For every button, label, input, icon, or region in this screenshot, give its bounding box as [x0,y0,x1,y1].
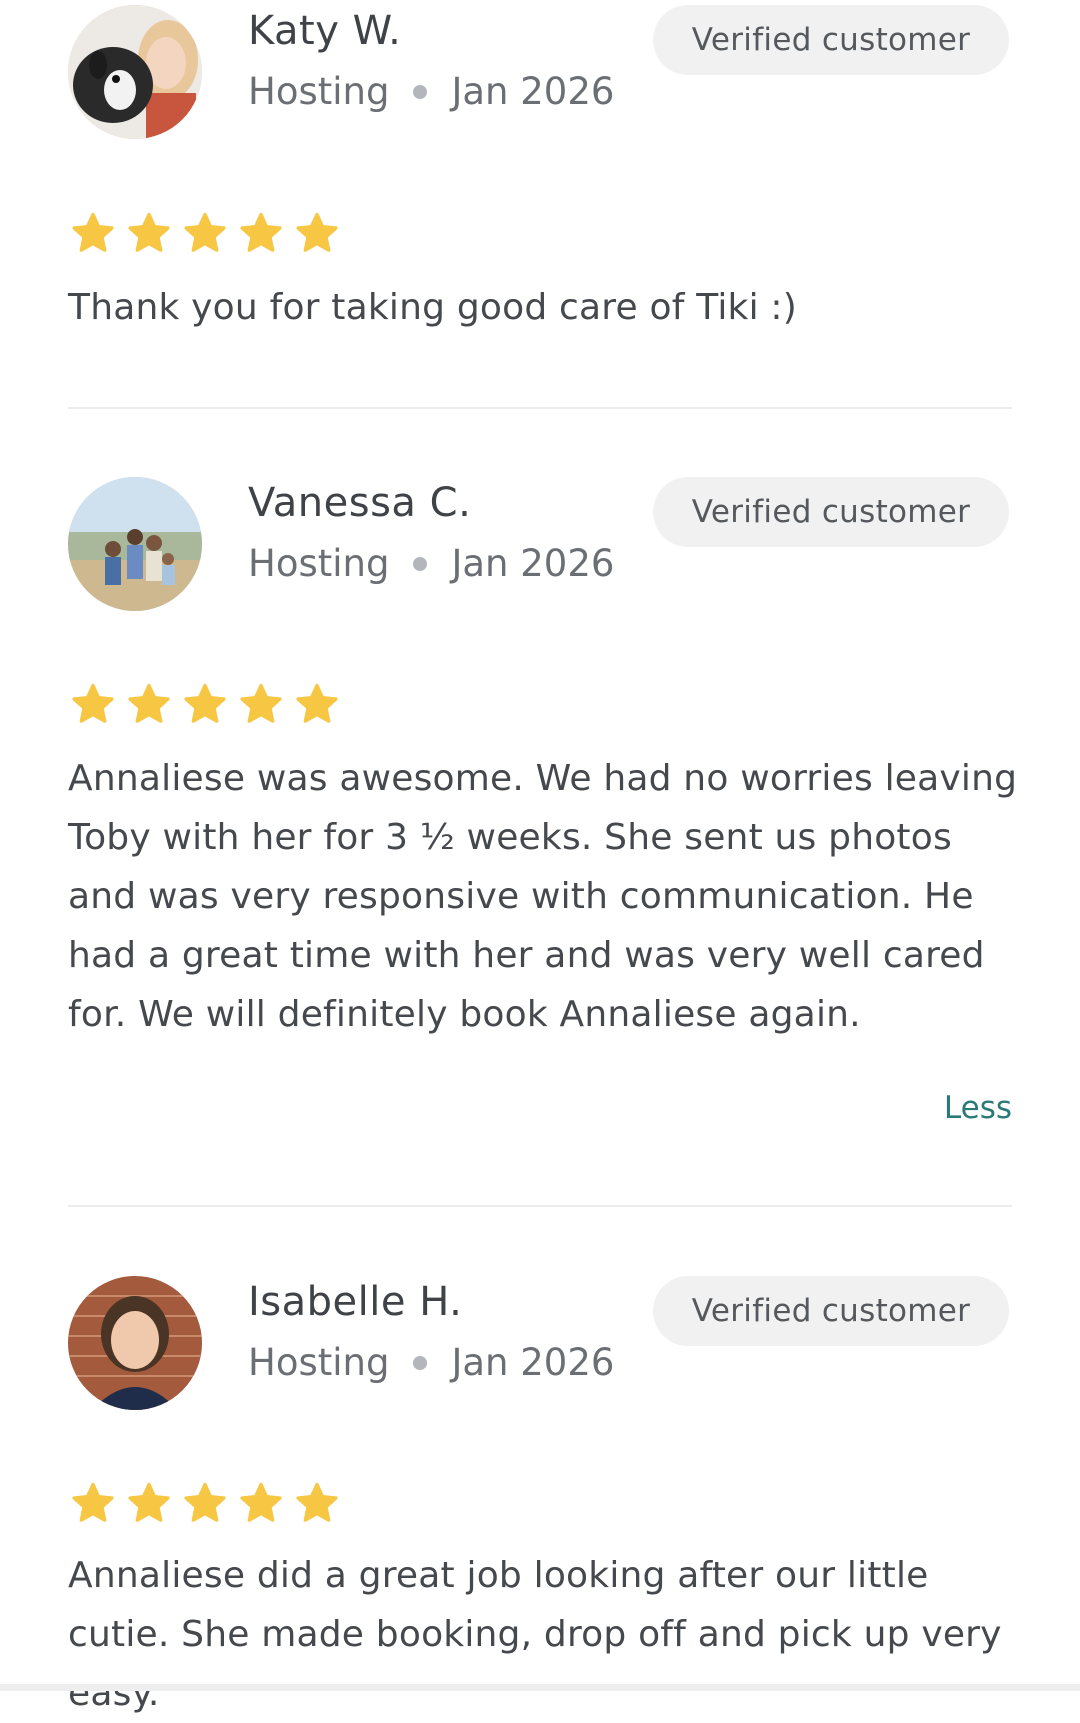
verified-badge: Verified customer [653,5,1009,75]
divider [68,407,1012,409]
star-icon [240,683,282,723]
avatar-photo-woman-brick-wall [68,1276,202,1410]
avatar[interactable] [68,1276,202,1410]
divider [68,1205,1012,1207]
review-meta: Hosting Jan 2026 [248,1341,614,1384]
star-icon [184,1482,226,1522]
review-meta: Hosting Jan 2026 [248,542,614,585]
star-icon [184,683,226,723]
star-icon [184,212,226,252]
service-type: Hosting [248,70,390,113]
service-type: Hosting [248,1341,390,1384]
less-toggle-link[interactable]: Less [944,1090,1012,1126]
separator-dot-icon [413,1355,428,1370]
star-icon [240,1482,282,1522]
review-text: Annaliese was awesome. We had no worries… [68,758,1018,1035]
reviewer-name: Katy W. [248,8,402,54]
service-type: Hosting [248,542,390,585]
star-icon [128,212,170,252]
reviewer-name: Vanessa C. [248,480,472,526]
review-text: Annaliese did a great job looking after … [68,1555,1002,1714]
reviewer-name: Isabelle H. [248,1279,463,1325]
star-rating [68,681,342,729]
review-date: Jan 2026 [451,542,615,585]
star-icon [72,1482,114,1522]
avatar-photo-woman-with-dog [68,5,202,139]
review-date: Jan 2026 [451,1341,615,1384]
avatar[interactable] [68,5,202,139]
star-rating [68,210,342,258]
star-icon [296,683,338,723]
separator-dot-icon [413,84,428,99]
star-icon [72,212,114,252]
review-meta: Hosting Jan 2026 [248,70,614,113]
star-icon [296,212,338,252]
star-icon [128,683,170,723]
page-bottom-edge [0,1684,1080,1691]
star-icon [72,683,114,723]
review-text: Thank you for taking good care of Tiki :… [68,287,797,328]
separator-dot-icon [413,556,428,571]
avatar-photo-family-on-beach [68,477,202,611]
star-icon [128,1482,170,1522]
star-rating [68,1480,342,1528]
verified-badge: Verified customer [653,1276,1009,1346]
review-date: Jan 2026 [451,70,615,113]
verified-badge: Verified customer [653,477,1009,547]
avatar[interactable] [68,477,202,611]
star-icon [240,212,282,252]
star-icon [296,1482,338,1522]
